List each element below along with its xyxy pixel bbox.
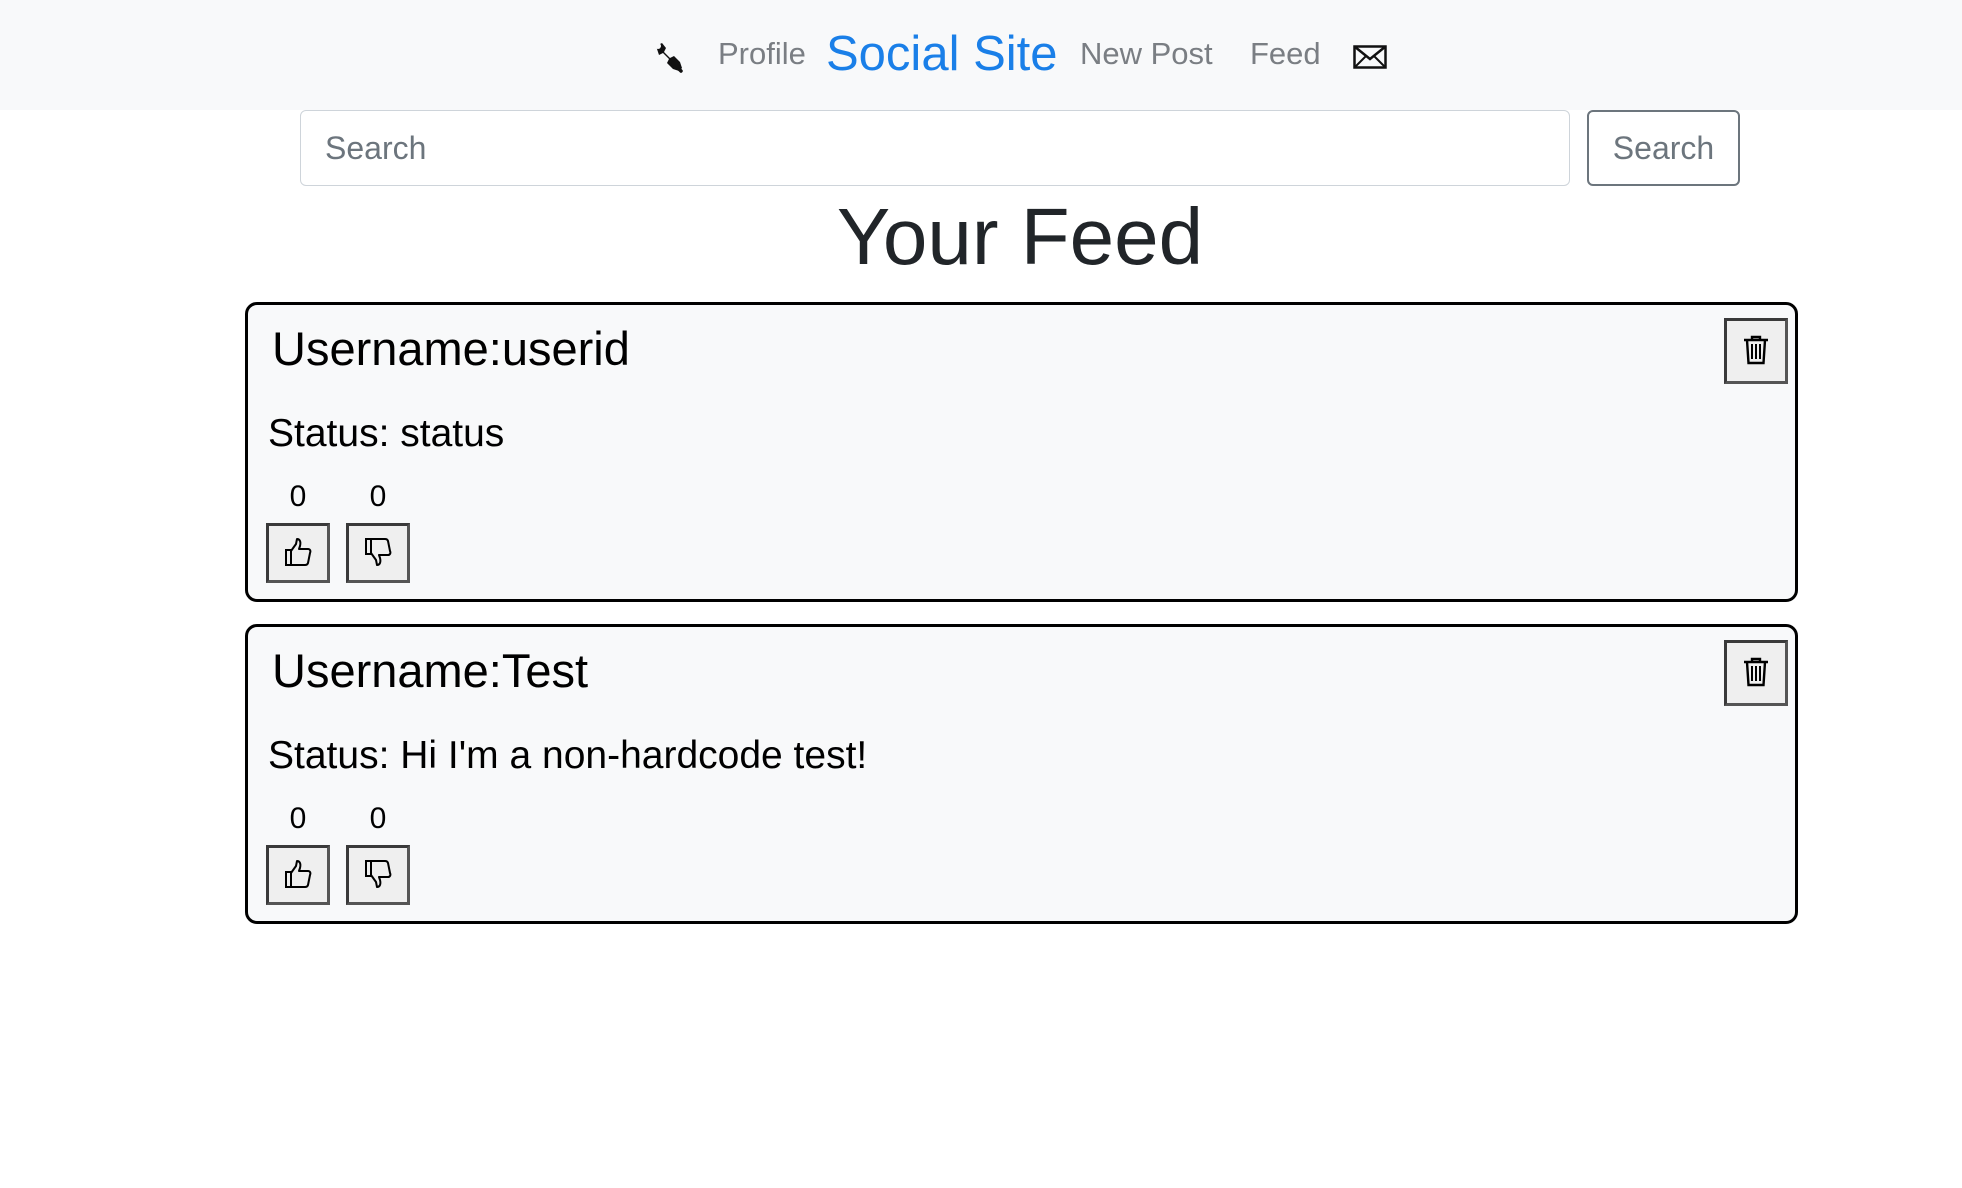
trash-icon — [1742, 334, 1770, 369]
like-button[interactable] — [266, 845, 330, 905]
post-card: Username:userid Status: status 0 0 — [245, 302, 1798, 602]
wrench-icon[interactable] — [652, 40, 688, 81]
thumbs-up-icon — [283, 536, 313, 571]
dislike-count: 0 — [369, 802, 387, 835]
like-button[interactable] — [266, 523, 330, 583]
like-count: 0 — [289, 480, 307, 513]
post-status: Status: status — [268, 412, 505, 455]
navbar-inner: Profile Social Site New Post Feed — [0, 0, 1962, 110]
dislike-button[interactable] — [346, 523, 410, 583]
thumbs-down-icon — [363, 858, 393, 893]
search-form: Search — [0, 110, 1962, 186]
search-button[interactable]: Search — [1587, 110, 1740, 186]
delete-post-button[interactable] — [1724, 318, 1788, 384]
nav-feed[interactable]: Feed — [1250, 34, 1321, 74]
page-title: Your Feed — [836, 192, 1204, 281]
post-username: Username:userid — [272, 322, 630, 375]
like-count: 0 — [289, 802, 307, 835]
navbar: Profile Social Site New Post Feed — [0, 0, 1962, 110]
trash-icon — [1742, 656, 1770, 691]
post-card: Username:Test Status: Hi I'm a non-hardc… — [245, 624, 1798, 924]
delete-post-button[interactable] — [1724, 640, 1788, 706]
brand-link[interactable]: Social Site — [826, 26, 1058, 82]
post-username: Username:Test — [272, 644, 589, 697]
thumbs-up-icon — [283, 858, 313, 893]
envelope-icon[interactable] — [1353, 44, 1387, 75]
dislike-button[interactable] — [346, 845, 410, 905]
post-status: Status: Hi I'm a non-hardcode test! — [268, 734, 868, 777]
nav-new-post[interactable]: New Post — [1080, 34, 1213, 74]
search-input[interactable] — [300, 110, 1570, 186]
thumbs-down-icon — [363, 536, 393, 571]
nav-profile[interactable]: Profile — [718, 34, 806, 74]
dislike-count: 0 — [369, 480, 387, 513]
